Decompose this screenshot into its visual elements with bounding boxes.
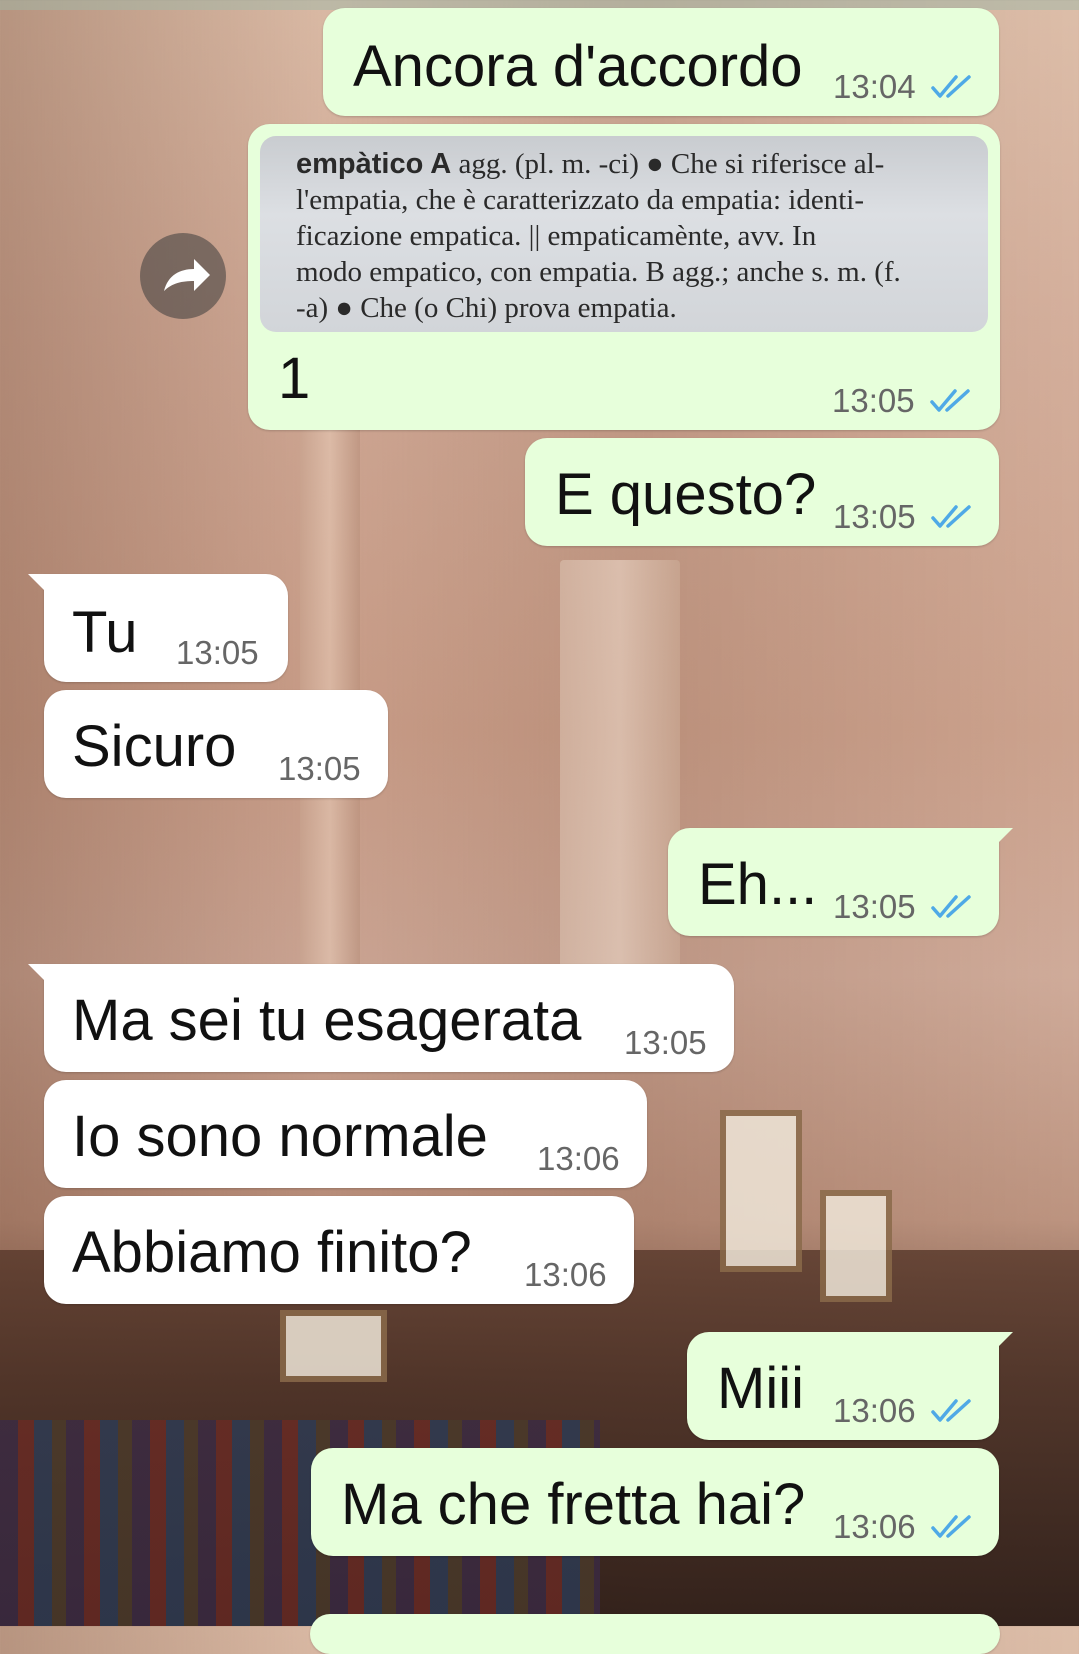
photo-text-line: l'empatia, che è caratterizzato da empat… (296, 184, 864, 216)
photo-text-line: ficazione empatica. || empaticamènte, av… (296, 220, 817, 252)
image-caption: 1 (278, 346, 311, 411)
message-outgoing[interactable]: Ma che fretta hai? 13:06 (311, 1448, 999, 1556)
message-text: Tu (72, 600, 138, 665)
double-check-icon (931, 1515, 971, 1538)
double-check-icon (931, 1399, 971, 1422)
message-time: 13:06 (524, 1256, 607, 1293)
message-text: Ma che fretta hai? (341, 1472, 806, 1537)
message-time: 13:05 (278, 750, 361, 787)
message-incoming[interactable]: Io sono normale 13:06 (44, 1080, 647, 1188)
message-time: 13:06 (833, 1392, 916, 1429)
message-outgoing[interactable]: E questo? 13:05 (525, 438, 999, 546)
message-time: 13:05 (833, 498, 916, 535)
wallpaper-frame (820, 1190, 892, 1302)
message-outgoing[interactable]: Miii 13:06 (687, 1332, 1013, 1440)
message-text: Miii (717, 1356, 804, 1421)
message-text: Sicuro (72, 714, 237, 779)
message-text: Eh... (698, 852, 818, 917)
message-incoming[interactable]: Abbiamo finito? 13:06 (44, 1196, 634, 1304)
message-time: 13:06 (833, 1508, 916, 1545)
photo-text-line: empàtico A agg. (pl. m. -ci) ● Che si ri… (296, 148, 885, 180)
photo-text-line: -a) ● Che (o Chi) prova empatia. (296, 292, 677, 324)
message-time: 13:06 (537, 1140, 620, 1177)
message-text: Abbiamo finito? (72, 1220, 472, 1285)
image-message[interactable]: empàtico A agg. (pl. m. -ci) ● Che si ri… (248, 124, 1000, 430)
message-outgoing-partial[interactable] (310, 1614, 1000, 1654)
double-check-icon (930, 389, 970, 412)
wallpaper-frame (720, 1110, 802, 1272)
message-time: 13:05 (624, 1024, 707, 1061)
double-check-icon (931, 75, 971, 98)
message-time: 13:05 (176, 634, 259, 671)
wallpaper-frame (280, 1310, 387, 1382)
message-time: 13:05 (833, 888, 916, 925)
message-time: 13:04 (833, 68, 916, 105)
message-incoming[interactable]: Sicuro 13:05 (44, 690, 388, 798)
message-text: Io sono normale (72, 1104, 488, 1169)
forward-button[interactable] (140, 233, 226, 319)
message-time: 13:05 (832, 382, 915, 419)
message-text: Ancora d'accordo (353, 34, 803, 99)
message-text: Ma sei tu esagerata (72, 988, 582, 1053)
dictionary-photo[interactable]: empàtico A agg. (pl. m. -ci) ● Che si ri… (260, 136, 988, 332)
double-check-icon (931, 505, 971, 528)
forward-arrow-icon (164, 259, 210, 291)
wallpaper-door (560, 560, 680, 1000)
photo-text-line: modo empatico, con empatia. B agg.; anch… (296, 256, 901, 288)
message-incoming[interactable]: Ma sei tu esagerata 13:05 (28, 964, 734, 1072)
message-outgoing[interactable]: Eh... 13:05 (668, 828, 1013, 936)
double-check-icon (931, 895, 971, 918)
message-text: E questo? (555, 462, 817, 527)
message-incoming[interactable]: Tu 13:05 (28, 574, 288, 682)
message-outgoing[interactable]: Ancora d'accordo 13:04 (323, 8, 999, 116)
